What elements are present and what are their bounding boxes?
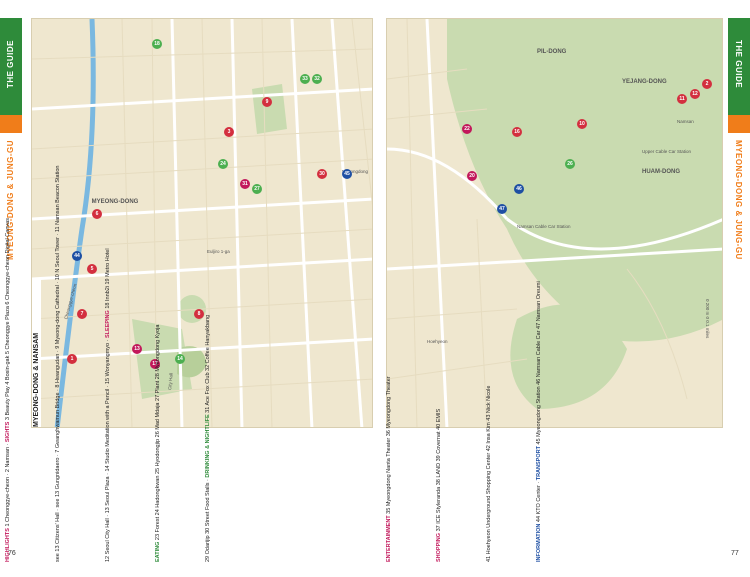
- area-label-myeongdong: MYEONG-DONG: [91, 199, 139, 205]
- marker-11[interactable]: 11: [677, 94, 687, 104]
- guide-tab-label: THE GUIDE: [6, 40, 15, 89]
- namsan-park: [447, 19, 722, 342]
- cable-station-label: Namsan Cable Car Station: [517, 224, 571, 229]
- marker-20[interactable]: 20: [467, 171, 477, 181]
- marker-3[interactable]: 3: [224, 127, 234, 137]
- guide-tab-right: THE GUIDE: [728, 18, 750, 115]
- legend-col-transport: INFORMATION 44 KTO Center · TRANSPORT 45…: [536, 281, 542, 562]
- map-graphics: [32, 19, 372, 427]
- guide-tab-label-right: THE GUIDE: [734, 40, 743, 89]
- legend-col-sights: see 13 Citizens' Hall · see 13 Gungnidae…: [55, 166, 61, 562]
- hoehyeon-label: Hoehyeon: [427, 339, 448, 344]
- legend-col-shopping-2: 41 Hoehyeon Underground Shopping Center …: [486, 385, 492, 562]
- legend-right: ENTERTAINMENT 35 Myeongdong Nanta Theate…: [386, 281, 716, 567]
- river-cheonggyecheon: [54, 19, 96, 427]
- marker-22[interactable]: 22: [462, 124, 472, 134]
- marker-31[interactable]: 31: [240, 179, 250, 189]
- section-tab-right: [728, 115, 750, 133]
- legend-left: HIGHLIGHTS 1 Cheonggye-cheon · 2 Namsan …: [5, 166, 374, 567]
- legend-col-highlights: HIGHLIGHTS 1 Cheonggye-cheon · 2 Namsan …: [5, 218, 11, 562]
- marker-7[interactable]: 7: [77, 309, 87, 319]
- marker-8[interactable]: 8: [194, 309, 204, 319]
- map-title: MYEONG-DONG & NANSAM: [32, 279, 41, 427]
- marker-33[interactable]: 33: [300, 74, 310, 84]
- map-myeongdong[interactable]: MYEONG-DONG & NANSAM MYEONG-DONG Cheongg…: [31, 18, 373, 428]
- legend-col-eating: EATING 23 Forest 24 Hadongkwan 25 Hyodon…: [155, 324, 161, 562]
- marker-6[interactable]: 6: [92, 209, 102, 219]
- marker-44[interactable]: 44: [72, 251, 82, 261]
- section-tab: [0, 115, 22, 133]
- marker-2[interactable]: 2: [702, 79, 712, 89]
- legend-col-entertainment: ENTERTAINMENT 35 Myeongdong Nanta Theate…: [386, 376, 392, 562]
- marker-26[interactable]: 26: [565, 159, 575, 169]
- marker-47[interactable]: 47: [497, 204, 507, 214]
- marker-45[interactable]: 45: [342, 169, 352, 179]
- marker-16[interactable]: 16: [512, 127, 522, 137]
- legend-col-sleeping: 12 Seoul City Hall · 13 Seoul Plaza · 14…: [105, 248, 111, 562]
- marker-5[interactable]: 5: [87, 264, 97, 274]
- marker-18[interactable]: 18: [152, 39, 162, 49]
- page-number-right: 77: [731, 550, 739, 557]
- marker-30[interactable]: 30: [317, 169, 327, 179]
- right-page: PIL-DONG YEJANG-DONG HUAM-DONG Namsan Na…: [376, 0, 750, 577]
- upper-station-label: Upper Cable Car Station: [642, 149, 692, 154]
- marker-46[interactable]: 46: [514, 184, 524, 194]
- left-page: THE GUIDE MYEONG-DONG & JUNG-GU MYEONG-D…: [0, 0, 374, 577]
- marker-12[interactable]: 12: [690, 89, 700, 99]
- area-label-pildong: PIL-DONG: [537, 49, 567, 55]
- marker-14[interactable]: 14: [175, 354, 185, 364]
- marker-10[interactable]: 10: [577, 119, 587, 129]
- marker-24[interactable]: 24: [218, 159, 228, 169]
- legend-col-drinking: 29 Odarijip 30 Street Food Stalls · DRIN…: [205, 315, 211, 562]
- euljiro-label: Euljiro 1-ga: [207, 249, 230, 254]
- guide-tab: THE GUIDE: [0, 18, 22, 115]
- namsan-label: Namsan: [677, 119, 694, 124]
- marker-1[interactable]: 1: [67, 354, 77, 364]
- scale-bar: 0 200 m 0 0.1 miles: [705, 299, 710, 339]
- map-namsan[interactable]: PIL-DONG YEJANG-DONG HUAM-DONG Namsan Na…: [386, 18, 723, 428]
- marker-9[interactable]: 9: [262, 97, 272, 107]
- marker-27[interactable]: 27: [252, 184, 262, 194]
- legend-col-shopping: SHOPPING 37 ICE Styleranda 38 LAND 39 Co…: [436, 408, 442, 562]
- park-area: [252, 84, 287, 134]
- area-label-yejangdong: YEJANG-DONG: [622, 79, 667, 85]
- section-side-label-right: MYEONG-DONG & JUNG-GU: [734, 140, 743, 260]
- page-number-left: 76: [8, 550, 16, 557]
- area-label-huamdong: HUAM-DONG: [642, 169, 680, 175]
- marker-32[interactable]: 32: [312, 74, 322, 84]
- marker-13[interactable]: 13: [132, 344, 142, 354]
